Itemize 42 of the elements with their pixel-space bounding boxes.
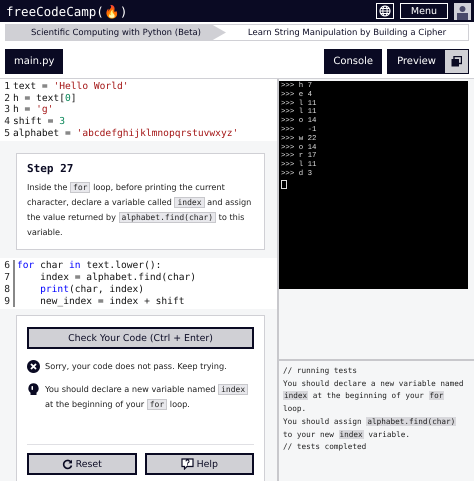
code-line: text = 'Hello World' (13, 81, 129, 93)
breadcrumb-link[interactable]: Scientific Computing with Python (Beta) (6, 25, 226, 40)
code-line: print(char, index) (39, 284, 144, 296)
breadcrumb-link[interactable]: Learn String Manipulation by Building a Cipher (226, 25, 468, 40)
globe-icon (378, 5, 391, 17)
feedback-message: You should declare a new variable named index at the beginning of your for loop. (45, 382, 254, 412)
lightbulb-icon (27, 383, 40, 396)
line-number: 2 (3, 92, 11, 104)
feedback-message: Sorry, your code does not pass. Keep trying. (45, 360, 227, 374)
line-number: 1 (3, 81, 11, 93)
step-description: Inside the for loop, before printing the current character, declare a variable called index and assign the value returned by alphabet.find(char) to this variable. (27, 181, 252, 240)
line-number: 8 (0, 284, 15, 296)
logo[interactable]: freeCodeCamp(🔥) (6, 4, 128, 18)
code-line: alphabet = 'abcdefghijklmnopqrstuvwxyz' (13, 128, 238, 140)
line-number: 5 (3, 128, 11, 140)
code-line: h = 'g' (13, 104, 54, 116)
line-number: 3 (3, 104, 11, 116)
line-number: 7 (0, 272, 15, 284)
line-number: 6 (0, 260, 15, 272)
console-button[interactable]: Console (324, 49, 382, 74)
help-button[interactable]: Help (144, 453, 254, 475)
reset-button[interactable]: Reset (27, 453, 136, 475)
language-button[interactable] (376, 3, 394, 19)
code-editor[interactable]: 6 for char in text.lower(): 7 index = alphabet.find(char) 8 print(char, index) 9 new_index = index + shift (0, 258, 277, 310)
error-icon (27, 360, 40, 374)
code-line: shift = 3 (13, 116, 65, 128)
text-cursor (281, 180, 287, 189)
windows-icon (451, 56, 462, 67)
preview-button[interactable]: Preview (387, 49, 469, 74)
code-line: new_index = index + shift (39, 296, 185, 308)
help-icon (180, 458, 194, 470)
menu-button[interactable]: Menu (400, 3, 448, 19)
check-code-button[interactable]: Check Your Code (Ctrl + Enter) (27, 327, 254, 350)
line-number: 9 (0, 296, 15, 308)
code-line: h = text[0] (13, 92, 77, 104)
code-line: index = alphabet.find(char) (39, 272, 196, 284)
step-title: Step 27 (27, 162, 74, 176)
file-tab[interactable]: main.py (5, 49, 64, 74)
avatar-icon[interactable] (454, 2, 471, 20)
line-number: 4 (3, 116, 11, 128)
code-line: for char in text.lower(): (17, 260, 162, 272)
reset-icon (62, 458, 73, 470)
